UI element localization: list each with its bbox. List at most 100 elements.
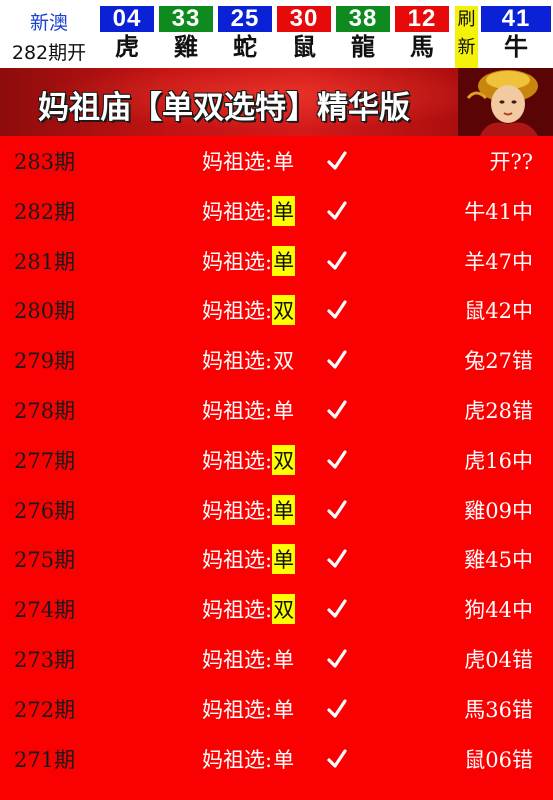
result-text: 馬36错 <box>464 697 533 722</box>
prediction-list: 283期 妈祖选:单 开?? 282期 妈祖选:单 牛41中 281期 妈祖选:单 羊47中 28… <box>0 136 553 800</box>
issue-number: 279期 <box>14 349 76 374</box>
checkmark-icon <box>327 699 347 718</box>
pick-value: 单 <box>272 245 296 276</box>
pick-text: 妈祖选:单 <box>202 395 295 425</box>
ball-zodiac: 牛 <box>504 32 528 61</box>
pick-value: 单 <box>273 697 295 722</box>
pick-text: 妈祖选:单 <box>202 744 295 774</box>
pick-value: 单 <box>273 747 295 772</box>
checkmark-icon <box>327 350 347 369</box>
pick-prefix: 妈祖选: <box>202 697 273 722</box>
ball-zodiac: 虎 <box>115 32 139 61</box>
ball-number: 33 <box>159 6 213 32</box>
pick-text: 妈祖选:双 <box>202 594 296 625</box>
pick-text: 妈祖选:单 <box>202 146 295 176</box>
result-text: 羊47中 <box>464 249 533 274</box>
ball-zodiac: 馬 <box>410 32 434 61</box>
issue-number: 283期 <box>14 150 76 174</box>
list-item: 278期 妈祖选:单 虎28错 <box>0 385 553 435</box>
pick-prefix: 妈祖选: <box>202 398 273 423</box>
pick-value: 双 <box>272 295 296 326</box>
refresh-label-top: 刷 <box>457 9 476 30</box>
result-text: 开?? <box>489 150 533 174</box>
pick-prefix: 妈祖选: <box>202 548 273 573</box>
issue-number: 272期 <box>14 697 76 722</box>
refresh-button[interactable]: 刷 新 <box>455 6 478 68</box>
checkmark-icon <box>327 300 347 319</box>
mazu-statue-image <box>458 68 553 136</box>
result-text: 虎16中 <box>464 448 533 473</box>
banner-title: 妈祖庙【单双选特】精华版 <box>38 90 410 126</box>
list-item: 275期 妈祖选:单 雞45中 <box>0 534 553 584</box>
list-item: 280期 妈祖选:双 鼠42中 <box>0 285 553 335</box>
pick-prefix: 妈祖选: <box>202 647 273 672</box>
pick-text: 妈祖选:双 <box>202 345 295 375</box>
pick-prefix: 妈祖选: <box>202 349 273 374</box>
checkmark-icon <box>327 250 347 270</box>
list-item: 282期 妈祖选:单 牛41中 <box>0 186 553 236</box>
special-ball: 41 牛 <box>481 6 551 64</box>
result-text: 狗44中 <box>464 598 533 623</box>
checkmark-icon <box>327 201 347 220</box>
pick-text: 妈祖选:单 <box>202 195 296 226</box>
list-item: 283期 妈祖选:单 开?? <box>0 136 553 186</box>
list-item: 277期 妈祖选:双 虎16中 <box>0 435 553 485</box>
banner: 妈祖庙【单双选特】精华版 <box>0 68 553 136</box>
issue-number: 276期 <box>14 498 76 523</box>
list-item: 272期 妈祖选:单 馬36错 <box>0 684 553 734</box>
pick-value: 单 <box>272 544 296 575</box>
list-item: 271期 妈祖选:单 鼠06错 <box>0 734 553 784</box>
checkmark-icon <box>327 151 347 170</box>
ball-number: 25 <box>218 6 272 32</box>
result-header: 新澳 282期开 04 虎 33 雞 25 蛇 30 鼠 38 龍 12 馬 刷… <box>0 0 553 68</box>
result-text: 牛41中 <box>464 199 533 224</box>
lottery-brand: 新澳 282期开 <box>0 0 98 68</box>
pick-prefix: 妈祖选: <box>202 747 273 772</box>
result-text: 雞09中 <box>464 498 533 523</box>
ball-4: 30 鼠 <box>277 6 331 64</box>
result-text: 虎28错 <box>464 398 533 423</box>
ball-zodiac: 鼠 <box>292 32 316 61</box>
issue-number: 274期 <box>14 598 76 623</box>
pick-value: 单 <box>273 398 295 423</box>
list-item: 276期 妈祖选:单 雞09中 <box>0 485 553 535</box>
ball-6: 12 馬 <box>395 6 449 64</box>
pick-text: 妈祖选:单 <box>202 494 296 525</box>
pick-text: 妈祖选:单 <box>202 644 295 674</box>
pick-prefix: 妈祖选: <box>202 448 273 473</box>
pick-text: 妈祖选:单 <box>202 694 295 724</box>
ball-number: 41 <box>481 6 551 32</box>
ball-3: 25 蛇 <box>218 6 272 64</box>
issue-number: 273期 <box>14 647 76 672</box>
checkmark-icon <box>327 649 347 668</box>
ball-zodiac: 龍 <box>351 32 375 61</box>
result-text: 虎04错 <box>464 647 533 672</box>
pick-value: 双 <box>272 444 296 475</box>
pick-prefix: 妈祖选: <box>202 199 273 224</box>
pick-text: 妈祖选:单 <box>202 245 296 276</box>
pick-prefix: 妈祖选: <box>202 598 273 623</box>
pick-value: 单 <box>273 150 295 174</box>
result-text: 鼠06错 <box>464 747 533 772</box>
list-item: 274期 妈祖选:双 狗44中 <box>0 584 553 634</box>
checkmark-icon <box>327 499 347 519</box>
list-item: 281期 妈祖选:单 羊47中 <box>0 236 553 286</box>
checkmark-icon <box>327 450 347 469</box>
result-text: 兔27错 <box>464 349 533 374</box>
pick-value: 单 <box>272 494 296 525</box>
issue-number: 275期 <box>14 548 76 573</box>
pick-prefix: 妈祖选: <box>202 299 273 324</box>
issue-number: 280期 <box>14 299 76 324</box>
pick-value: 双 <box>273 349 295 374</box>
ball-2: 33 雞 <box>159 6 213 64</box>
pick-value: 双 <box>272 594 296 625</box>
draw-issue: 282期开 <box>11 42 87 64</box>
pick-value: 单 <box>272 195 296 226</box>
list-item: 279期 妈祖选:双 兔27错 <box>0 335 553 385</box>
brand-name: 新澳 <box>29 12 68 34</box>
ball-1: 04 虎 <box>100 6 154 64</box>
pick-text: 妈祖选:双 <box>202 295 296 326</box>
result-text: 鼠42中 <box>464 299 533 324</box>
ball-zodiac: 雞 <box>174 32 198 61</box>
pick-text: 妈祖选:单 <box>202 544 296 575</box>
